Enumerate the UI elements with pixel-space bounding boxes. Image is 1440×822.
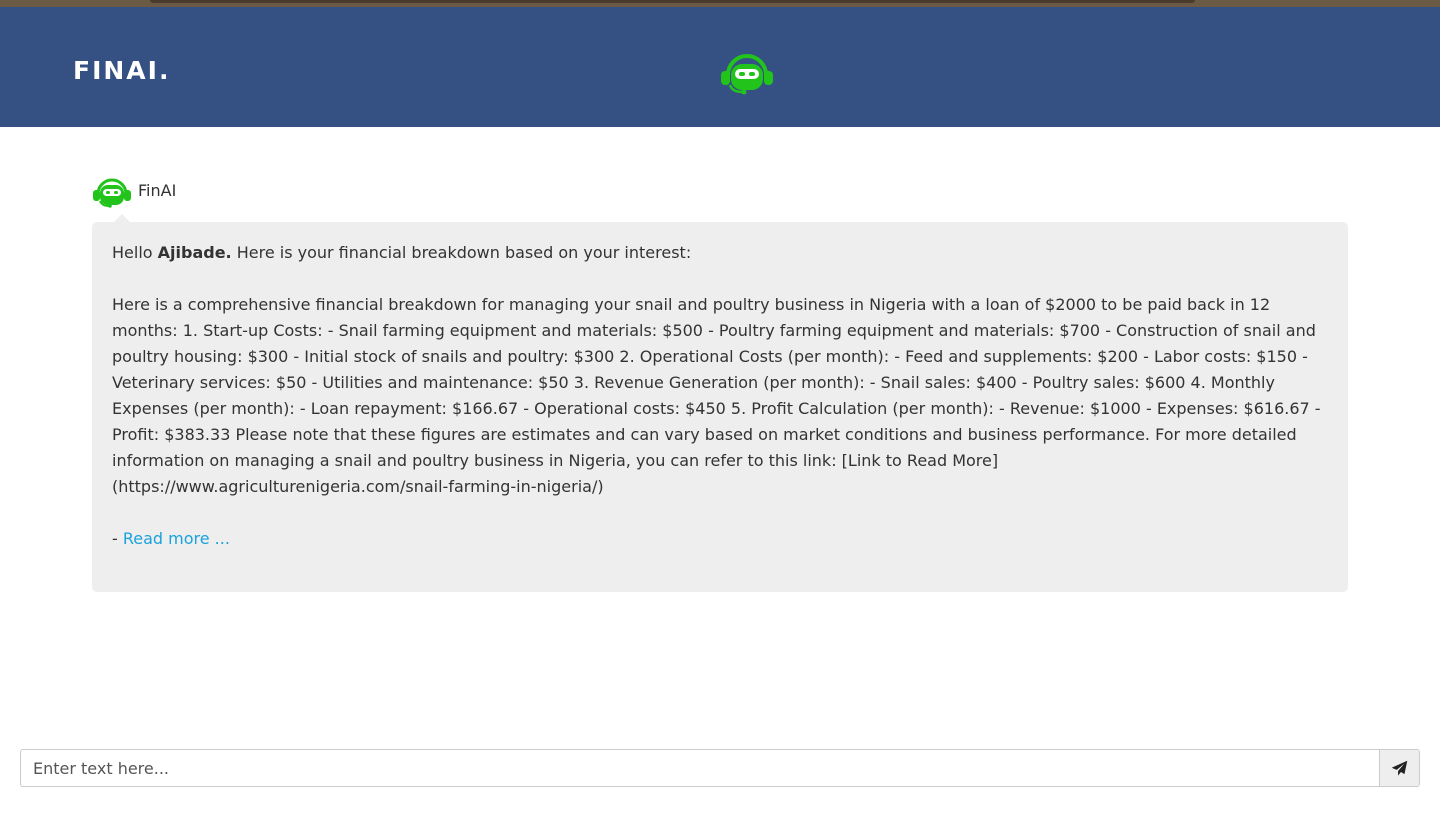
greeting-prefix: Hello <box>112 243 158 262</box>
sender-name: FinAI <box>138 181 177 200</box>
read-more-line: - Read more ... <box>112 526 1328 552</box>
read-more-prefix: - <box>112 529 123 548</box>
app-header: FINAI. <box>0 7 1440 127</box>
message-bubble: Hello Ajibade. Here is your financial br… <box>92 214 1348 592</box>
paper-plane-icon <box>1391 760 1408 776</box>
chat-thread: FinAI Hello Ajibade. Here is your financ… <box>92 176 1348 592</box>
message-body: Here is a comprehensive financial breakd… <box>112 295 1321 496</box>
message-input[interactable] <box>20 749 1379 787</box>
browser-tab-edge <box>150 0 1195 3</box>
greeting-line: Hello Ajibade. Here is your financial br… <box>112 240 1328 266</box>
brand-logo[interactable]: FINAI. <box>73 57 170 85</box>
message-sender: FinAI <box>92 176 1348 208</box>
send-button[interactable] <box>1379 749 1420 787</box>
user-name: Ajibade. <box>157 243 232 262</box>
browser-top-strip <box>0 0 1440 7</box>
message-composer <box>20 749 1420 787</box>
read-more-link[interactable]: Read more ... <box>123 529 230 548</box>
robot-avatar-icon <box>93 178 131 208</box>
greeting-suffix: Here is your financial breakdown based o… <box>231 243 692 262</box>
robot-headset-icon <box>721 54 773 95</box>
